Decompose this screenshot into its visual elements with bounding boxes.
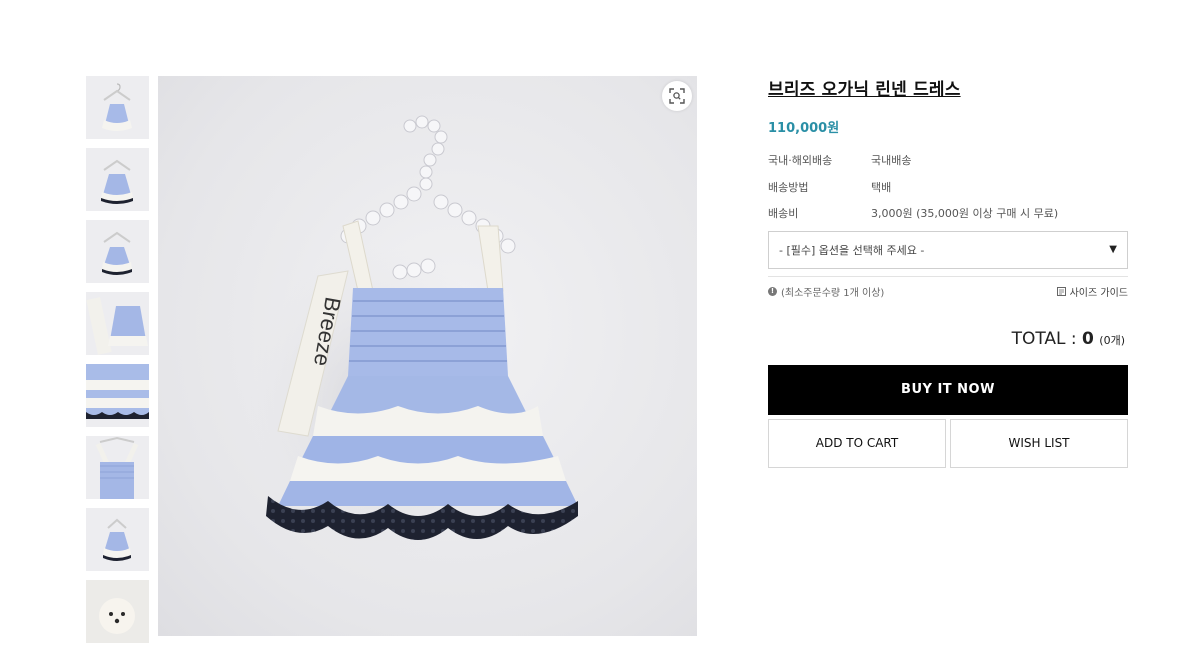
shipping-row: 국내·해외배송 국내배송 <box>768 147 1128 174</box>
wish-list-button[interactable]: WISH LIST <box>950 418 1128 468</box>
dress-thumbnail-image <box>86 364 149 427</box>
product-title: 브리즈 오가닉 린넨 드레스 <box>768 80 961 100</box>
zoom-button[interactable] <box>662 81 692 111</box>
option-select[interactable]: - [필수] 옵션을 선택해 주세요 - ▼ <box>768 230 1128 269</box>
thumbnail-2[interactable] <box>86 148 149 211</box>
shipping-row-label: 국내·해외배송 <box>768 154 833 168</box>
shipping-row-value: 국내배송 <box>871 154 912 168</box>
thumbnail-1[interactable] <box>86 76 149 139</box>
dropdown-arrow-icon: ▼ <box>1109 244 1117 255</box>
shipping-info: 국내·해외배송 국내배송 배송방법 택배 배송비 3,000원 (35,000원… <box>768 147 1128 227</box>
product-info-panel: 브리즈 오가닉 린넨 드레스 110,000원 국내·해외배송 국내배송 배송방… <box>768 75 1128 468</box>
main-product-image[interactable]: Breeze <box>158 76 697 636</box>
option-select-value: - [필수] 옵션을 선택해 주세요 - <box>779 243 925 257</box>
add-to-cart-button[interactable]: ADD TO CART <box>768 418 946 468</box>
document-icon <box>1056 286 1066 296</box>
total-count: (0개) <box>1099 333 1125 347</box>
shipping-fee-value: 3,000원 (35,000원 이상 구매 시 무료) <box>871 207 1059 221</box>
dress-thumbnail-image <box>86 148 149 211</box>
shipping-method-row: 배송방법 택배 <box>768 174 1128 201</box>
thumbnail-3[interactable] <box>86 220 149 283</box>
thumbnail-6[interactable] <box>86 436 149 499</box>
dress-on-hanger-illustration: Breeze <box>248 115 578 566</box>
secondary-actions: ADD TO CART WISH LIST <box>768 418 1128 468</box>
thumbnail-5[interactable] <box>86 364 149 427</box>
thumbnail-4[interactable] <box>86 292 149 355</box>
thumbnail-list <box>86 76 149 652</box>
min-order-note: (최소주문수량 1개 이상) <box>781 287 885 299</box>
product-price: 110,000원 <box>768 121 840 136</box>
size-guide-link[interactable]: 사이즈 가이드 <box>1056 284 1128 299</box>
shipping-method-label: 배송방법 <box>768 180 809 194</box>
size-guide-label: 사이즈 가이드 <box>1069 287 1128 299</box>
shipping-fee-row: 배송비 3,000원 (35,000원 이상 구매 시 무료) <box>768 200 1128 227</box>
shipping-method-value: 택배 <box>871 180 892 194</box>
thumbnail-7[interactable] <box>86 508 149 571</box>
dress-thumbnail-image <box>86 436 149 499</box>
shipping-fee-label: 배송비 <box>768 207 799 221</box>
divider <box>768 275 1128 277</box>
dress-thumbnail-image <box>86 292 149 355</box>
total-price: TOTAL : 0 (0개) <box>768 329 1128 349</box>
info-icon: ! <box>768 286 777 296</box>
total-value: 0 <box>1082 328 1094 349</box>
dress-thumbnail-image <box>86 508 149 571</box>
dress-thumbnail-image <box>86 220 149 283</box>
zoom-icon <box>669 88 685 104</box>
buy-now-button[interactable]: BUY IT NOW <box>768 364 1128 415</box>
dress-thumbnail-image <box>86 76 149 139</box>
min-order-row: ! (최소주문수량 1개 이상) 사이즈 가이드 <box>768 284 1128 299</box>
total-label: TOTAL : <box>1011 328 1083 349</box>
